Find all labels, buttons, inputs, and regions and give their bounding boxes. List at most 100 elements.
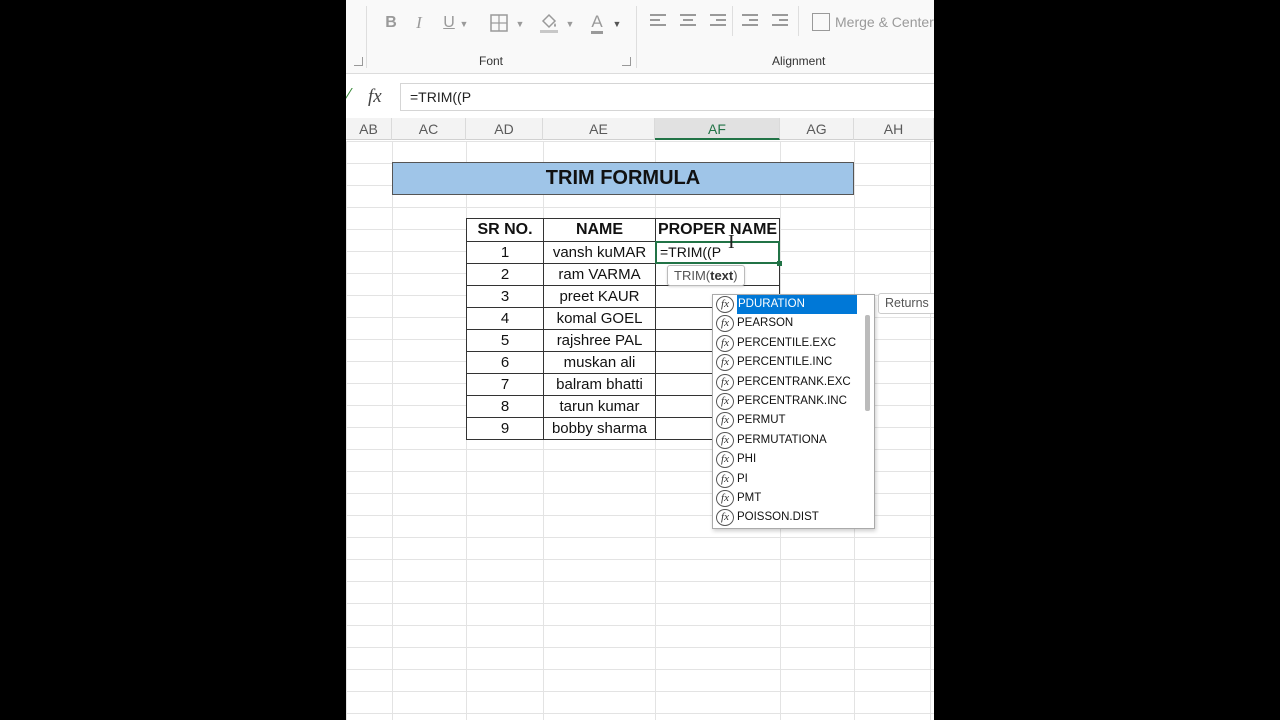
function-argument-tooltip[interactable]: TRIM(text): [667, 265, 745, 286]
font-color-button[interactable]: A: [586, 10, 608, 36]
function-icon: fx: [716, 489, 734, 507]
function-icon: fx: [716, 412, 734, 430]
formula-bar: ∕ fx =TRIM((P: [346, 82, 934, 112]
excel-window: B I U ▼ ▼ ▼ A ▼ Font Merge & Center Alig…: [346, 0, 934, 720]
fill-handle[interactable]: [777, 261, 782, 266]
autocomplete-item-label: PERCENTRANK.EXC: [737, 375, 851, 388]
function-autocomplete-list[interactable]: fx PDURATION fx PEARSON fx PERCENTILE.EXC fx PE…: [712, 294, 875, 529]
header-sr-no[interactable]: SR NO.: [466, 218, 544, 242]
header-name[interactable]: NAME: [543, 218, 656, 242]
column-headers: AB AC AD AE AF AG AH: [346, 118, 934, 140]
function-icon: fx: [716, 354, 734, 372]
formula-input[interactable]: =TRIM((P: [400, 83, 934, 111]
autocomplete-item[interactable]: fx PERMUTATIONA: [713, 431, 874, 450]
cell-sr[interactable]: 4: [466, 307, 544, 330]
bold-button[interactable]: B: [382, 10, 400, 36]
grid-line: [930, 141, 931, 720]
enter-check-icon[interactable]: ∕: [348, 86, 351, 104]
active-cell-editor[interactable]: =TRIM((P: [655, 241, 780, 264]
align-center-button[interactable]: [680, 14, 696, 30]
chevron-down-icon[interactable]: ▼: [459, 10, 469, 36]
grid-line: [392, 141, 393, 720]
autocomplete-item-label: PERCENTILE.EXC: [737, 336, 837, 349]
column-header-selected[interactable]: AF: [655, 118, 780, 140]
autocomplete-item[interactable]: fx PDURATION: [713, 295, 874, 315]
autocomplete-item[interactable]: fx PERMUT: [713, 411, 874, 430]
column-header[interactable]: AC: [392, 118, 466, 140]
function-icon: fx: [716, 296, 734, 313]
autocomplete-item-label: PERMUT: [737, 414, 786, 427]
function-icon: fx: [716, 470, 734, 488]
cell-sr[interactable]: 7: [466, 373, 544, 396]
cell-name[interactable]: rajshree PAL: [543, 329, 656, 352]
chevron-down-icon[interactable]: ▼: [612, 10, 622, 36]
cell-name[interactable]: muskan ali: [543, 351, 656, 374]
cell-name[interactable]: preet KAUR: [543, 285, 656, 308]
cell-name[interactable]: vansh kuMAR: [543, 241, 656, 264]
increase-indent-button[interactable]: [772, 14, 788, 30]
autocomplete-item[interactable]: fx POISSON.DIST: [713, 508, 874, 527]
sheet-title-cell[interactable]: TRIM FORMULA: [392, 162, 854, 195]
clipboard-dialog-launcher-icon[interactable]: [354, 57, 363, 66]
autocomplete-item[interactable]: fx PMT: [713, 489, 874, 508]
cell-sr[interactable]: 5: [466, 329, 544, 352]
cell-name[interactable]: komal GOEL: [543, 307, 656, 330]
autocomplete-item-label: PHI: [737, 453, 757, 466]
italic-button[interactable]: I: [410, 10, 428, 36]
cell-sr[interactable]: 1: [466, 241, 544, 264]
header-proper-name[interactable]: PROPER NAME: [655, 218, 780, 242]
function-icon: fx: [716, 392, 734, 410]
column-header[interactable]: AH: [854, 118, 934, 140]
underline-button[interactable]: U: [440, 10, 458, 36]
align-right-button[interactable]: [710, 14, 726, 30]
tooltip-close-paren: ): [733, 268, 738, 283]
merge-center-button[interactable]: Merge & Center: [835, 14, 934, 30]
borders-icon: [490, 14, 508, 32]
autocomplete-item-label: PMT: [737, 491, 762, 504]
function-icon: fx: [716, 509, 734, 527]
cell-name[interactable]: ram VARMA: [543, 263, 656, 286]
function-description-tooltip: Returns: [878, 293, 934, 314]
chevron-down-icon[interactable]: ▼: [565, 10, 575, 36]
cell-name[interactable]: balram bhatti: [543, 373, 656, 396]
ribbon: B I U ▼ ▼ ▼ A ▼ Font Merge & Center Alig…: [346, 0, 934, 74]
cell-sr[interactable]: 9: [466, 417, 544, 440]
cell-name[interactable]: bobby sharma: [543, 417, 656, 440]
autocomplete-item[interactable]: fx PI: [713, 470, 874, 489]
cell-name[interactable]: tarun kumar: [543, 395, 656, 418]
text-cursor-icon: I: [728, 231, 735, 253]
tooltip-function: TRIM(: [674, 268, 711, 283]
autocomplete-item[interactable]: fx PERCENTILE.EXC: [713, 334, 874, 353]
align-left-button[interactable]: [650, 14, 666, 30]
font-group-label: Font: [479, 54, 504, 68]
tooltip-argument[interactable]: text: [710, 268, 733, 283]
decrease-indent-button[interactable]: [742, 14, 758, 30]
column-header[interactable]: AB: [346, 118, 392, 140]
column-header[interactable]: AG: [780, 118, 854, 140]
autocomplete-item[interactable]: fx PEARSON: [713, 314, 874, 333]
fill-color-button[interactable]: [536, 10, 562, 36]
autocomplete-item-label: PERCENTRANK.INC: [737, 394, 847, 407]
cell-sr[interactable]: 6: [466, 351, 544, 374]
autocomplete-item-label: POISSON.DIST: [737, 511, 819, 524]
cell-sr[interactable]: 8: [466, 395, 544, 418]
cell-sr[interactable]: 2: [466, 263, 544, 286]
column-header[interactable]: AE: [543, 118, 655, 140]
autocomplete-item-label: PDURATION: [737, 295, 857, 315]
merge-center-icon: [812, 13, 830, 31]
font-dialog-launcher-icon[interactable]: [622, 57, 631, 66]
function-icon: fx: [716, 334, 734, 352]
autocomplete-item[interactable]: fx PERCENTRANK.EXC: [713, 373, 874, 392]
borders-button[interactable]: [486, 10, 512, 36]
column-header[interactable]: AD: [466, 118, 543, 140]
autocomplete-item[interactable]: fx PHI: [713, 450, 874, 469]
autocomplete-item[interactable]: fx PERCENTILE.INC: [713, 353, 874, 372]
insert-function-button[interactable]: fx: [368, 86, 382, 108]
autocomplete-item-label: PERMUTATIONA: [737, 433, 827, 446]
cell-sr[interactable]: 3: [466, 285, 544, 308]
ribbon-separator: [798, 6, 799, 36]
chevron-down-icon[interactable]: ▼: [515, 10, 525, 36]
scrollbar-thumb[interactable]: [865, 315, 870, 411]
autocomplete-item[interactable]: fx PERCENTRANK.INC: [713, 392, 874, 411]
function-icon: fx: [716, 451, 734, 469]
